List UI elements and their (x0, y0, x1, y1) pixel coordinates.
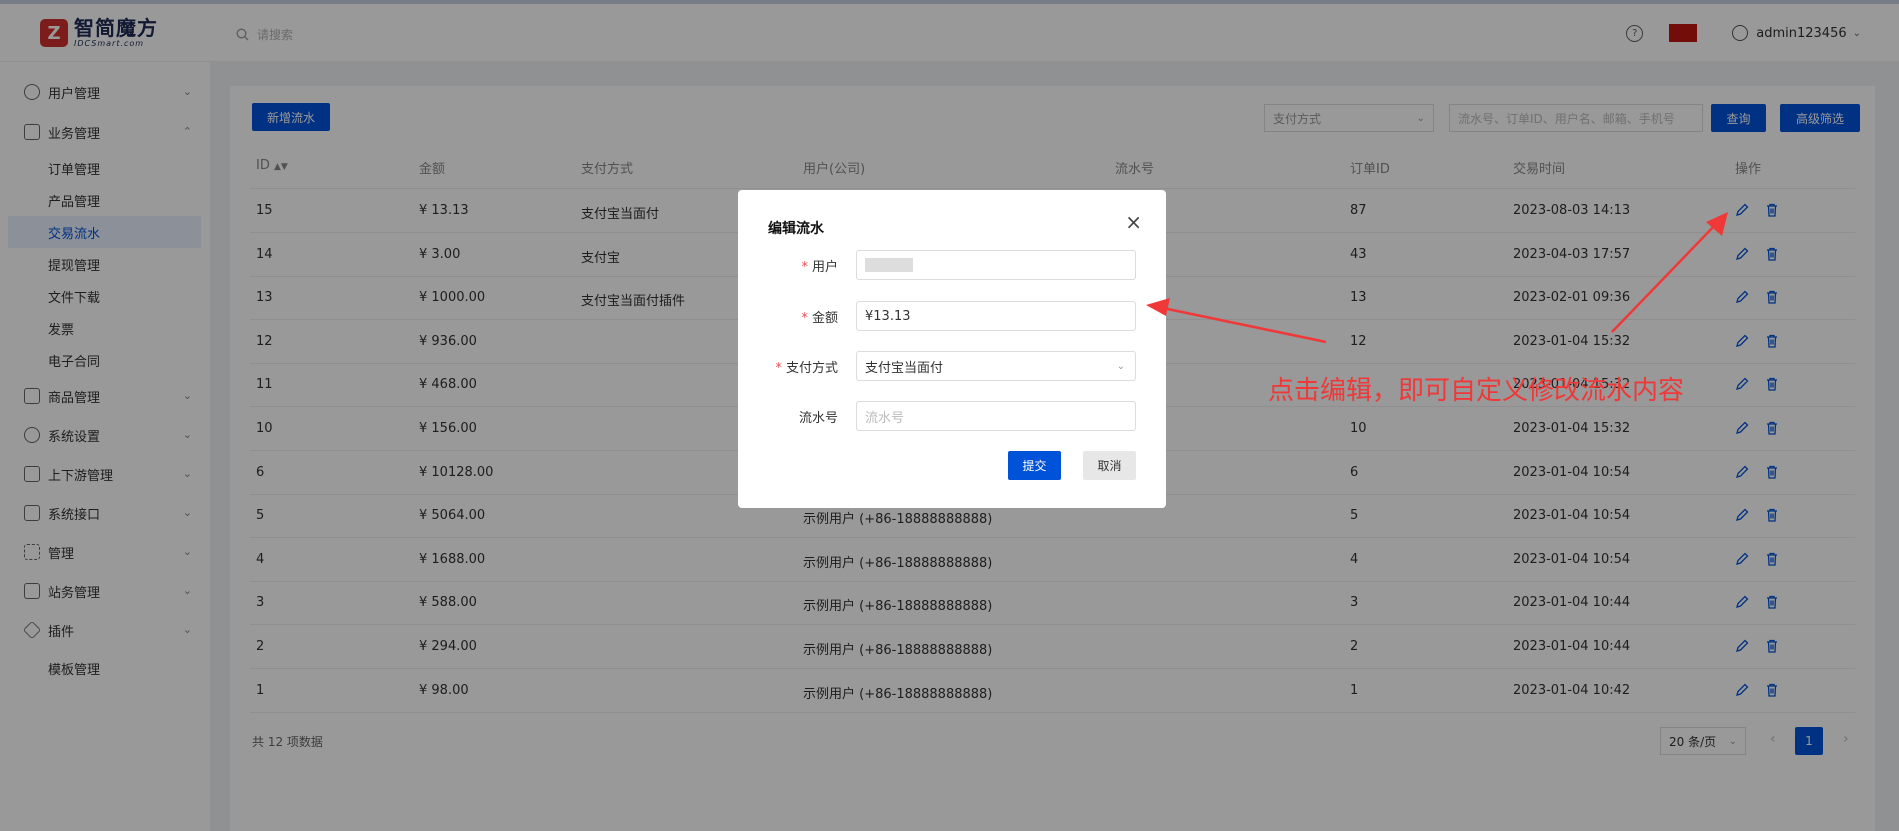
annotation-arrow-to-edit (1611, 221, 1719, 333)
annotation-text: 点击编辑，即可自定义修改流水内容 (1268, 376, 1685, 406)
annotation-arrow-to-dialog (1157, 305, 1327, 344)
annotation-arrows (1146, 212, 1728, 344)
annotation-arrowhead (1146, 298, 1170, 316)
